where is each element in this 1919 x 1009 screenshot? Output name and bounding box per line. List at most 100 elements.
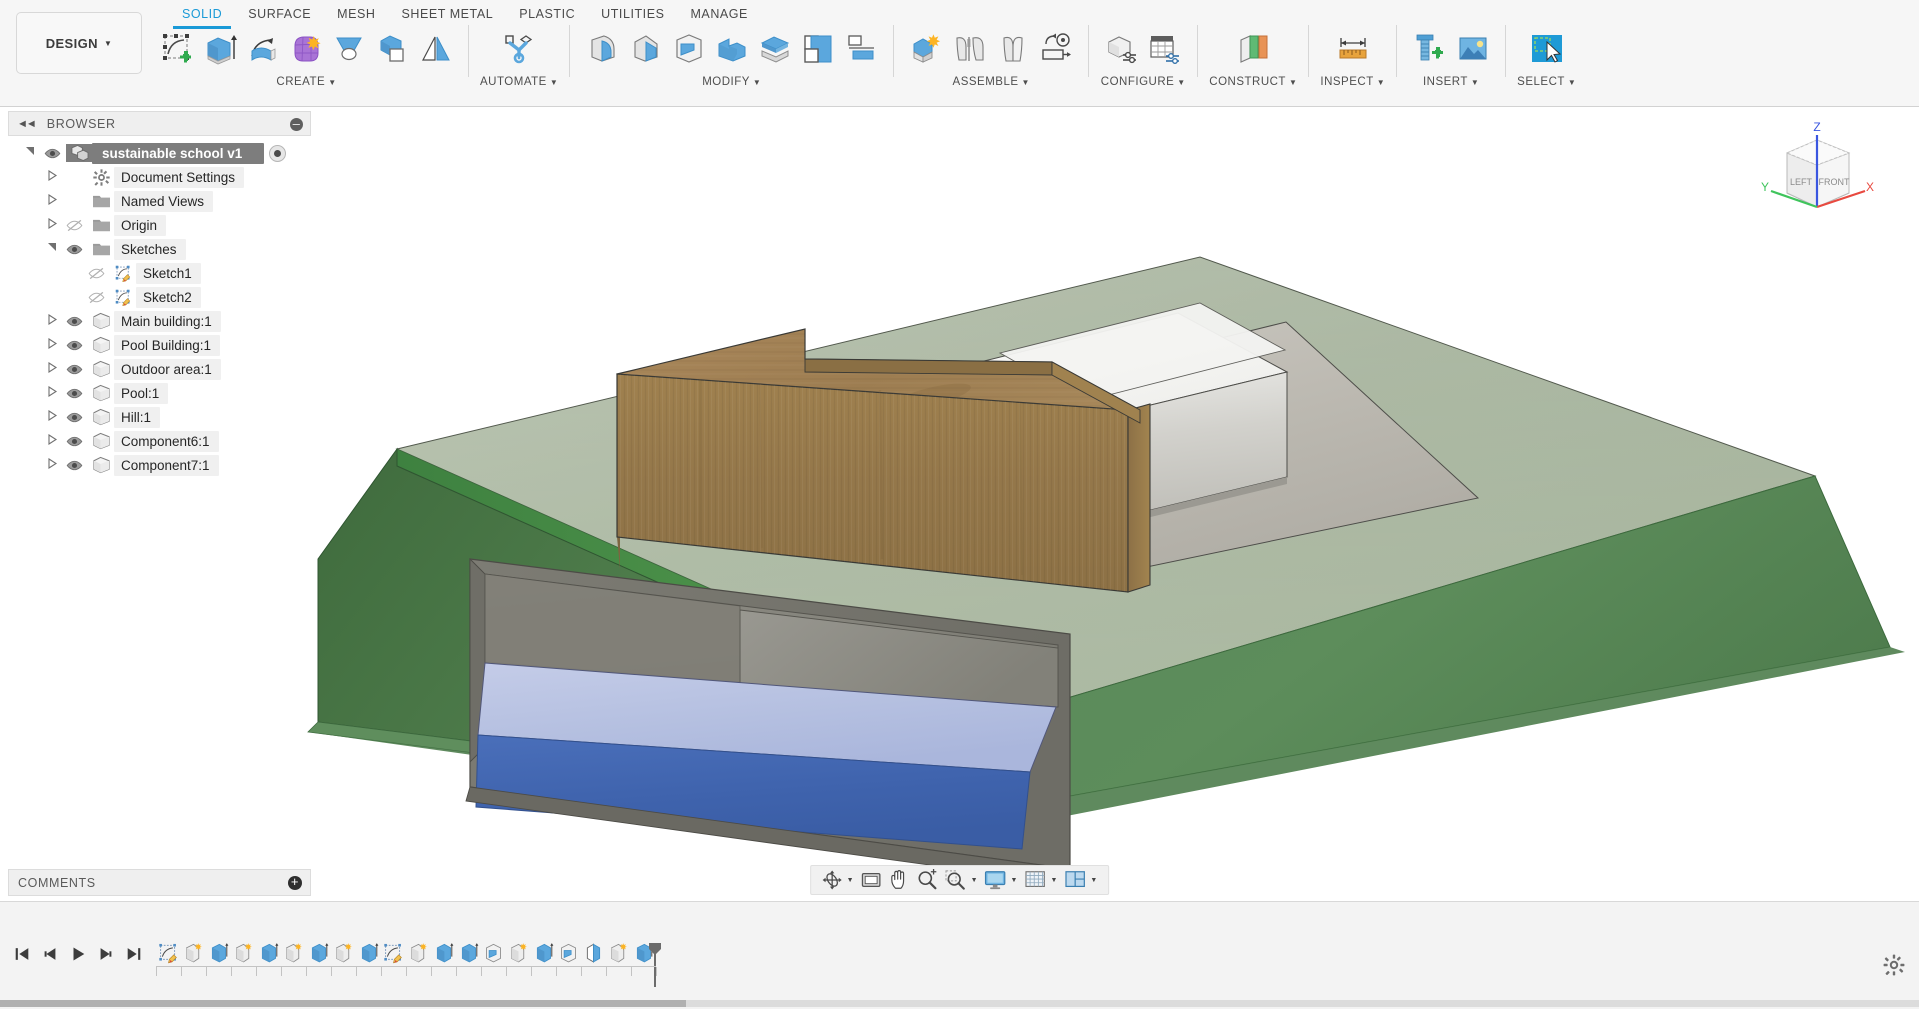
eye-visible-icon[interactable]: [38, 145, 66, 162]
tree-item-document-settings[interactable]: Document Settings: [8, 165, 380, 189]
browser-tree[interactable]: sustainable school v1 Document Settings …: [8, 136, 380, 477]
tree-item-sketch2[interactable]: Sketch2: [8, 285, 380, 309]
revolve-icon[interactable]: [242, 25, 285, 73]
chevron-down-icon[interactable]: ▼: [1568, 78, 1576, 87]
new-component-icon[interactable]: [905, 25, 948, 73]
tree-expand-arrow-icon[interactable]: [44, 217, 60, 232]
ribbon-group-label[interactable]: MODIFY ▼: [702, 76, 761, 88]
timeline-settings-gear-icon[interactable]: [1883, 954, 1905, 981]
ribbon-group-label[interactable]: CONSTRUCT ▼: [1209, 76, 1297, 88]
chevron-down-icon[interactable]: ▼: [1177, 78, 1185, 87]
tree-item-sketch1[interactable]: Sketch1: [8, 261, 380, 285]
timeline-scrollbar[interactable]: [0, 1000, 1919, 1007]
eye-hidden-icon[interactable]: [82, 289, 110, 306]
display-settings-icon[interactable]: [982, 866, 1010, 894]
tree-collapse-arrow-icon[interactable]: [22, 146, 38, 160]
tree-expand-arrow-icon[interactable]: [44, 385, 60, 400]
tree-expand-arrow-icon[interactable]: [44, 409, 60, 424]
eye-visible-icon[interactable]: [60, 457, 88, 474]
as-built-joint-icon[interactable]: [991, 25, 1034, 73]
measure-icon[interactable]: [1331, 25, 1374, 73]
eye-hidden-icon[interactable]: [60, 217, 88, 234]
eye-visible-icon[interactable]: [60, 313, 88, 330]
select-icon[interactable]: [1525, 25, 1568, 73]
tree-item-outdoor-area-1[interactable]: Outdoor area:1: [8, 357, 380, 381]
plus-circle-icon[interactable]: +: [288, 875, 302, 890]
joint-icon[interactable]: [948, 25, 991, 73]
offset-face-icon[interactable]: [753, 25, 796, 73]
eye-visible-icon[interactable]: [60, 433, 88, 450]
tree-collapse-arrow-icon[interactable]: [44, 242, 60, 256]
tree-expand-arrow-icon[interactable]: [44, 169, 60, 184]
eye-hidden-icon[interactable]: [82, 265, 110, 282]
tree-item-sketches[interactable]: Sketches: [8, 237, 380, 261]
ribbon-group-label[interactable]: INSPECT ▼: [1320, 76, 1385, 88]
zoom-icon[interactable]: [914, 866, 942, 894]
browser-panel[interactable]: ◄◄ BROWSER – sustainable school v1 Docum…: [8, 111, 380, 477]
chevron-down-icon[interactable]: ▼: [1471, 78, 1479, 87]
3d-viewport[interactable]: ◄◄ BROWSER – sustainable school v1 Docum…: [0, 107, 1919, 901]
tree-item-sustainable-school-v1[interactable]: sustainable school v1: [8, 141, 380, 165]
press-pull-icon[interactable]: [710, 25, 753, 73]
loft-icon[interactable]: [328, 25, 371, 73]
browser-header[interactable]: ◄◄ BROWSER –: [8, 111, 311, 136]
ribbon-group-label[interactable]: CONFIGURE ▼: [1101, 76, 1186, 88]
insert-mcmaster-icon[interactable]: [1408, 25, 1451, 73]
viewports-icon[interactable]: [1061, 866, 1089, 894]
chevron-down-icon[interactable]: ▼: [1090, 877, 1097, 884]
form-icon[interactable]: [285, 25, 328, 73]
create-sketch-icon[interactable]: [156, 25, 199, 73]
play-icon[interactable]: [64, 937, 92, 971]
offset-plane-icon[interactable]: [1232, 25, 1275, 73]
tree-item-main-building-1[interactable]: Main building:1: [8, 309, 380, 333]
chamfer-icon[interactable]: [624, 25, 667, 73]
chevron-double-left-icon[interactable]: ◄◄: [17, 118, 37, 130]
chevron-down-icon[interactable]: ▼: [1289, 78, 1297, 87]
eye-visible-icon[interactable]: [60, 361, 88, 378]
motion-link-icon[interactable]: [1034, 25, 1077, 73]
tree-expand-arrow-icon[interactable]: [44, 337, 60, 352]
chevron-down-icon[interactable]: ▼: [328, 78, 336, 87]
eye-visible-icon[interactable]: [60, 409, 88, 426]
timeline-playback-controls[interactable]: [0, 937, 148, 971]
tree-expand-arrow-icon[interactable]: [44, 457, 60, 472]
tree-expand-arrow-icon[interactable]: [44, 313, 60, 328]
eye-visible-icon[interactable]: [60, 337, 88, 354]
extrude-icon[interactable]: [199, 25, 242, 73]
insert-canvas-icon[interactable]: [1451, 25, 1494, 73]
tree-item-component6-1[interactable]: Component6:1: [8, 429, 380, 453]
step-back-icon[interactable]: [36, 937, 64, 971]
go-to-end-icon[interactable]: [120, 937, 148, 971]
activate-component-radio[interactable]: [269, 144, 287, 162]
tree-expand-arrow-icon[interactable]: [44, 361, 60, 376]
comments-panel[interactable]: COMMENTS +: [8, 869, 311, 896]
chevron-down-icon[interactable]: ▼: [1377, 78, 1385, 87]
orbit-icon[interactable]: [818, 866, 846, 894]
view-cube[interactable]: LEFT FRONT Z X Y: [1757, 115, 1877, 227]
tree-item-component7-1[interactable]: Component7:1: [8, 453, 380, 477]
chevron-down-icon[interactable]: ▼: [1050, 877, 1057, 884]
grid-snaps-icon[interactable]: [1021, 866, 1049, 894]
fillet-icon[interactable]: [581, 25, 624, 73]
step-forward-icon[interactable]: [92, 937, 120, 971]
go-to-beginning-icon[interactable]: [8, 937, 36, 971]
tree-expand-arrow-icon[interactable]: [44, 433, 60, 448]
eye-visible-icon[interactable]: [60, 241, 88, 258]
pan-icon[interactable]: [886, 866, 914, 894]
ribbon-group-label[interactable]: INSERT ▼: [1423, 76, 1479, 88]
ribbon-group-label[interactable]: CREATE ▼: [276, 76, 336, 88]
automate-icon[interactable]: [498, 25, 541, 73]
timeline-bar[interactable]: [0, 901, 1919, 1009]
chevron-down-icon[interactable]: ▼: [550, 78, 558, 87]
chevron-down-icon[interactable]: ▼: [1011, 877, 1018, 884]
fit-icon[interactable]: [942, 866, 970, 894]
browser-options-icon[interactable]: –: [290, 117, 303, 131]
ribbon-group-label[interactable]: SELECT ▼: [1517, 76, 1576, 88]
tree-item-pool-building-1[interactable]: Pool Building:1: [8, 333, 380, 357]
tree-item-origin[interactable]: Origin: [8, 213, 380, 237]
chevron-down-icon[interactable]: ▼: [847, 877, 854, 884]
eye-visible-icon[interactable]: [60, 385, 88, 402]
workspace-selector[interactable]: DESIGN ▼: [16, 12, 142, 74]
chevron-down-icon[interactable]: ▼: [1022, 78, 1030, 87]
tree-item-named-views[interactable]: Named Views: [8, 189, 380, 213]
